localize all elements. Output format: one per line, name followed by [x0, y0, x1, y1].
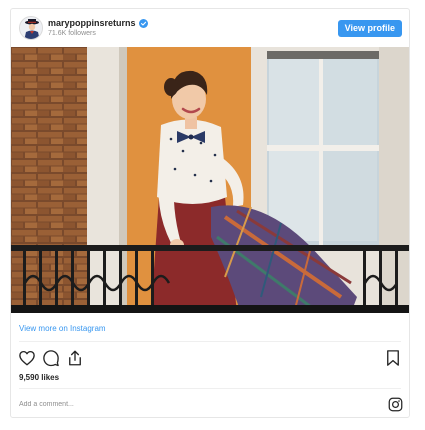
divider [19, 341, 401, 342]
instagram-icon[interactable] [388, 397, 403, 412]
username-link[interactable]: marypoppinsreturns [48, 18, 136, 28]
action-bar [18, 349, 402, 367]
divider [19, 388, 401, 389]
follower-count: 71.6K followers [48, 30, 96, 37]
verified-badge-icon [138, 18, 148, 28]
username-row: marypoppinsreturns [48, 18, 148, 28]
post-photo[interactable] [11, 47, 409, 313]
comment-input[interactable] [19, 395, 359, 413]
avatar[interactable] [19, 16, 43, 40]
view-profile-button[interactable]: View profile [337, 20, 402, 37]
view-more-link[interactable]: View more on Instagram [19, 324, 106, 333]
post-header: marypoppinsreturns 71.6K followers View … [11, 9, 409, 47]
post-image [11, 47, 409, 313]
share-icon[interactable] [66, 349, 84, 367]
bookmark-icon[interactable] [384, 349, 402, 367]
comment-row [19, 395, 403, 415]
comment-icon[interactable] [42, 349, 60, 367]
avatar-image [20, 17, 42, 39]
heart-icon[interactable] [18, 349, 36, 367]
likes-count: 9,590 likes [19, 373, 60, 382]
instagram-embed-card: marypoppinsreturns 71.6K followers View … [10, 8, 410, 418]
